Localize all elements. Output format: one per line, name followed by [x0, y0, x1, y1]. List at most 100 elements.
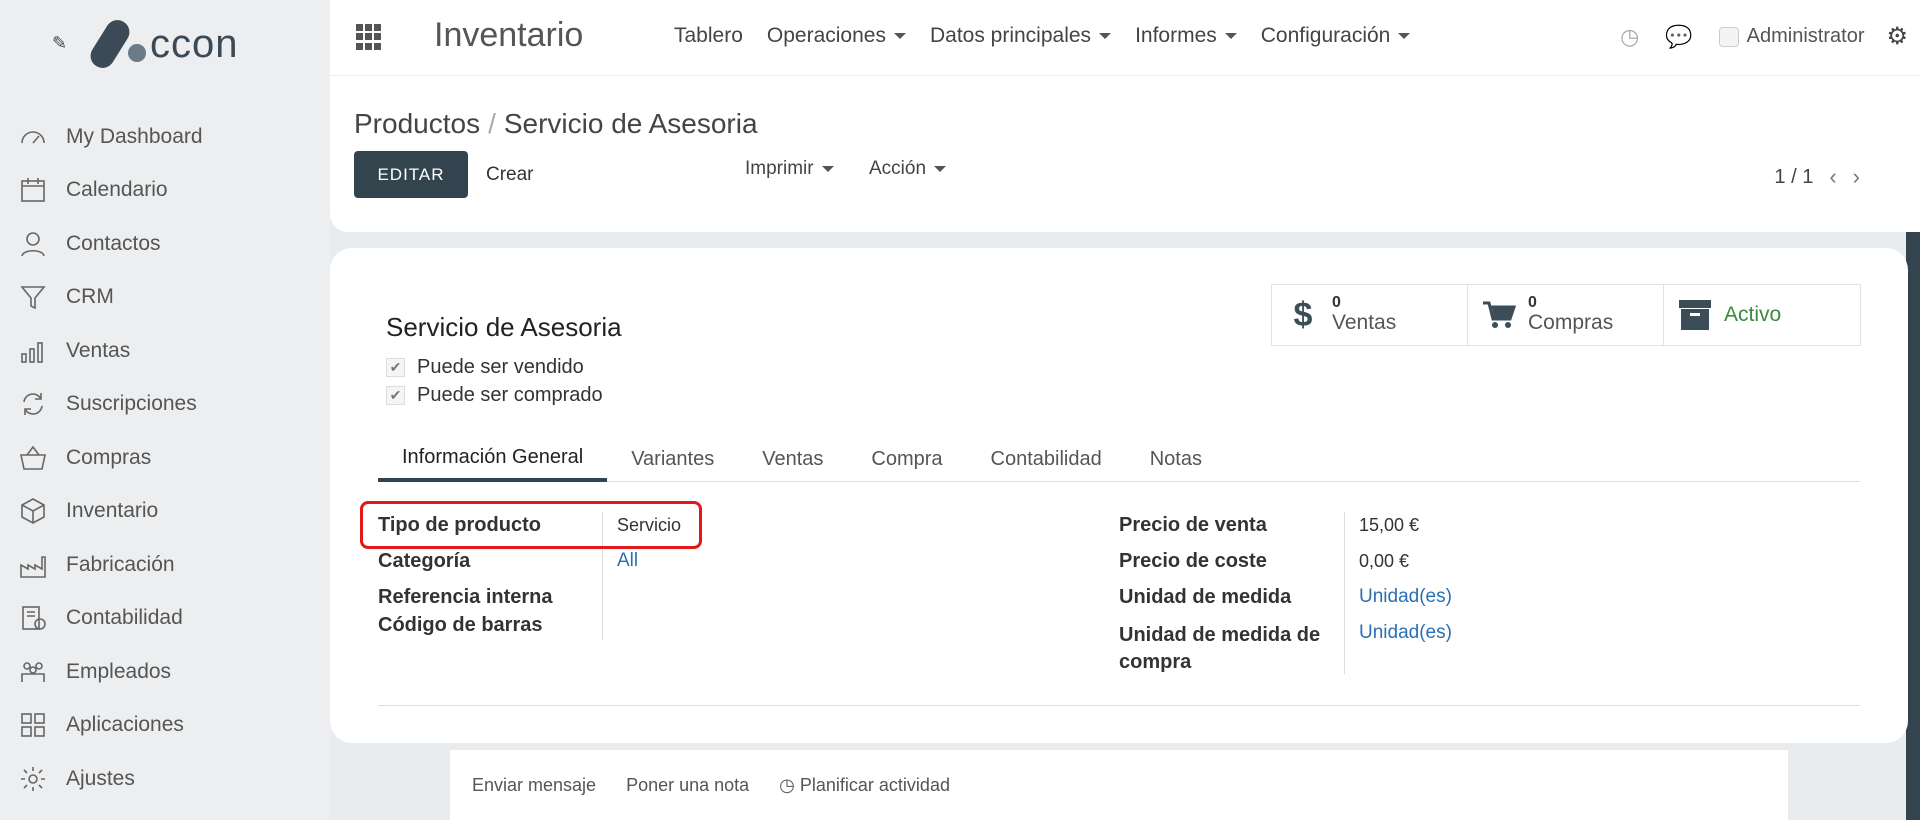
field-label: Categoría [378, 550, 471, 572]
nav-datos-principales[interactable]: Datos principales [929, 24, 1112, 48]
sidebar-item-crm[interactable]: CRM [18, 271, 203, 325]
can-be-purchased-checkbox[interactable]: ✔ Puede ser comprado [386, 384, 603, 407]
sidebar-item-compras[interactable]: Compras [18, 431, 203, 485]
field-value: 0,00 € [1359, 551, 1410, 571]
sidebar-item-calendario[interactable]: Calendario [18, 164, 203, 218]
people-icon [18, 657, 48, 687]
logo-row: ✎ ccon [52, 15, 239, 73]
avatar [1718, 26, 1739, 47]
sidebar-item-label: Fabricación [66, 552, 175, 576]
field-label: Precio de venta [1119, 514, 1267, 536]
action-dropdown[interactable]: Acción [869, 158, 947, 180]
sidebar-item-aplicaciones[interactable]: Aplicaciones [18, 699, 203, 753]
sales-smart-button[interactable]: $ 0 Ventas [1272, 285, 1468, 345]
field-value: All [617, 550, 639, 571]
tab-contabilidad[interactable]: Contabilidad [967, 436, 1126, 482]
smart-buttons: $ 0 Ventas 0 Compras Activo [1271, 284, 1861, 346]
sales-count: 0 [1332, 294, 1341, 311]
nav-configuracion[interactable]: Configuración [1261, 24, 1411, 48]
create-button[interactable]: Crear [486, 164, 534, 186]
nav-label: Operaciones [766, 24, 886, 47]
breadcrumb-parent-link[interactable]: Productos [354, 108, 480, 139]
can-be-sold-checkbox[interactable]: ✔ Puede ser vendido [386, 356, 584, 379]
chevron-right-icon[interactable]: › [1853, 164, 1860, 190]
breadcrumb: Productos / Servicio de Asesoria [354, 108, 758, 140]
field-category: Categoría [378, 550, 470, 573]
send-message-button[interactable]: Enviar mensaje [472, 775, 596, 796]
sidebar-item-ventas[interactable]: Ventas [18, 324, 203, 378]
control-panel: Productos / Servicio de Asesoria EDITAR Cr… [330, 76, 1920, 232]
app-title: Inventario [434, 16, 584, 54]
sidebar-item-label: CRM [66, 285, 114, 309]
sidebar-item-inventario[interactable]: Inventario [18, 485, 203, 539]
field-sale-price: Precio de venta [1119, 514, 1267, 537]
user-name: Administrator [1746, 25, 1865, 47]
uom-link[interactable]: Unidad(es) [1359, 586, 1452, 608]
caret-down-icon [934, 166, 947, 172]
log-note-button[interactable]: Poner una nota [626, 775, 749, 796]
cost-value[interactable]: 0,00 € [1359, 551, 1409, 572]
nav-label: Datos principales [929, 24, 1092, 47]
field-label: Precio de coste [1119, 550, 1267, 572]
calendar-icon [18, 175, 48, 205]
invoice-icon [18, 603, 48, 633]
caret-down-icon [1099, 33, 1112, 39]
sale-price-value[interactable]: 15,00 € [1359, 515, 1419, 536]
sidebar-item-contactos[interactable]: Contactos [18, 217, 203, 271]
category-link[interactable]: All [617, 550, 638, 572]
chat-icon[interactable]: 💬 [1665, 24, 1692, 50]
pager-value[interactable]: 1 / 1 [1774, 166, 1813, 189]
top-navbar: Inventario Tablero Operaciones Datos pri… [330, 0, 1920, 76]
edit-icon[interactable]: ✎ [52, 33, 74, 55]
company-logo[interactable]: ccon [86, 15, 239, 73]
chatter-bar: Enviar mensaje Poner una nota ◷ Planific… [450, 750, 1788, 820]
sidebar-item-empleados[interactable]: Empleados [18, 645, 203, 699]
person-icon [18, 229, 48, 259]
chevron-left-icon[interactable]: ‹ [1829, 164, 1836, 190]
sidebar: ✎ ccon My Dashboard Calendario Contactos… [0, 0, 330, 820]
scrollbar[interactable] [1906, 232, 1920, 820]
sidebar-item-fabricacion[interactable]: Fabricación [18, 538, 203, 592]
basket-icon [18, 443, 48, 473]
print-dropdown[interactable]: Imprimir [745, 158, 834, 180]
breadcrumb-current: Servicio de Asesoria [503, 108, 758, 139]
nav-tablero[interactable]: Tablero [674, 24, 743, 48]
sales-label: Ventas [1332, 311, 1397, 334]
schedule-activity-label: Planificar actividad [799, 774, 950, 795]
user-menu[interactable]: Administrator [1718, 25, 1865, 48]
form-sheet: $ 0 Ventas 0 Compras Activo Servicio de As… [330, 248, 1908, 743]
systray: ◷ 💬 Administrator ⚙ [1620, 22, 1920, 51]
tab-informacion-general[interactable]: Información General [378, 436, 608, 482]
archive-icon [1678, 298, 1712, 332]
active-toggle-button[interactable]: Activo [1664, 285, 1860, 345]
sidebar-item-contabilidad[interactable]: Contabilidad [18, 592, 203, 646]
sidebar-item-label: Ajustes [66, 766, 135, 790]
sidebar-item-label: Suscripciones [66, 392, 197, 416]
nav-informes[interactable]: Informes [1135, 24, 1237, 48]
dollar-icon: $ [1293, 295, 1313, 334]
sidebar-item-dashboard[interactable]: My Dashboard [18, 110, 203, 164]
sidebar-item-suscripciones[interactable]: Suscripciones [18, 378, 203, 432]
sidebar-item-ajustes[interactable]: Ajustes [18, 752, 203, 806]
settings-gear-icon[interactable]: ⚙ [1886, 22, 1908, 51]
field-label: Unidad de medida [1119, 586, 1292, 608]
apps-menu-icon[interactable] [356, 24, 382, 50]
tab-variantes[interactable]: Variantes [607, 436, 738, 482]
print-label: Imprimir [745, 158, 814, 179]
sidebar-item-label: My Dashboard [66, 124, 203, 148]
caret-down-icon [821, 166, 834, 172]
schedule-activity-button[interactable]: ◷ Planificar actividad [779, 775, 950, 796]
edit-button[interactable]: EDITAR [354, 151, 468, 198]
purchases-smart-button[interactable]: 0 Compras [1468, 285, 1664, 345]
factory-icon [18, 550, 48, 580]
tab-ventas[interactable]: Ventas [738, 436, 847, 482]
sidebar-item-label: Ventas [66, 338, 131, 362]
clock-icon[interactable]: ◷ [1620, 24, 1639, 50]
tab-notas[interactable]: Notas [1126, 436, 1226, 482]
logo-text: ccon [150, 21, 239, 66]
nav-operaciones[interactable]: Operaciones [767, 24, 906, 48]
purchase-uom-link[interactable]: Unidad(es) [1359, 622, 1452, 644]
tab-compra[interactable]: Compra [847, 436, 966, 482]
field-label: compra [1119, 651, 1192, 673]
bar-chart-icon [18, 336, 48, 366]
